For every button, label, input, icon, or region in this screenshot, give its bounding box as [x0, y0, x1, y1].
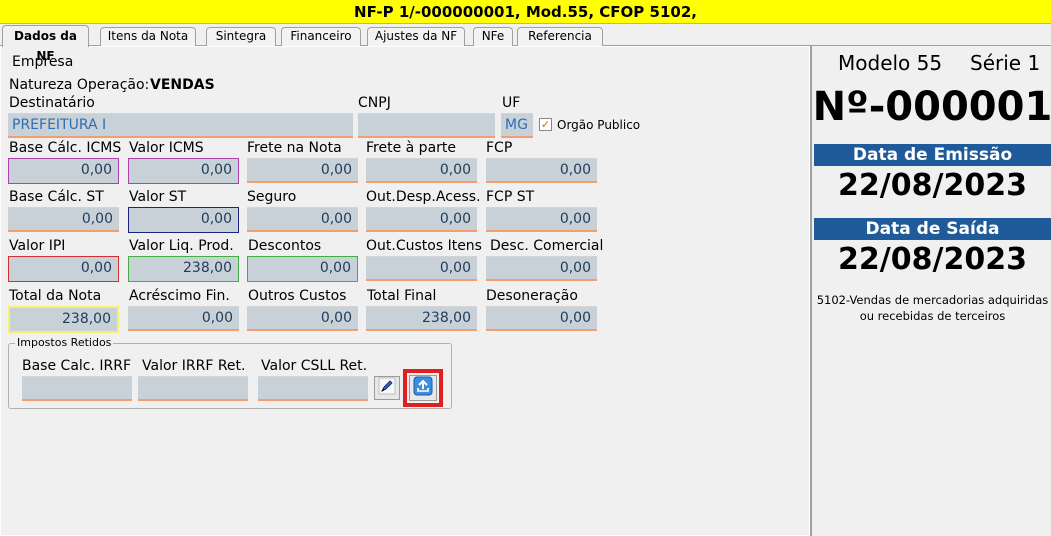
- valor-liq-field[interactable]: 238,00: [128, 256, 239, 282]
- total-final-label: Total Final: [367, 288, 437, 304]
- valor-st-field[interactable]: 0,00: [128, 207, 239, 233]
- seguro-label: Seguro: [247, 189, 297, 205]
- saida-date: 22/08/2023: [838, 242, 1027, 277]
- impostos-retidos-title: Impostos Retidos: [15, 336, 114, 349]
- uf-field[interactable]: MG: [501, 113, 533, 138]
- valor-icms-label: Valor ICMS: [129, 140, 204, 156]
- emissao-date: 22/08/2023: [838, 168, 1027, 203]
- out-custos-field[interactable]: 0,00: [366, 256, 477, 281]
- window-title: NF-P 1/-000000001, Mod.55, CFOP 5102,: [0, 0, 1051, 24]
- acrescimo-field[interactable]: 0,00: [128, 306, 239, 331]
- emissao-banner: Data de Emissão: [814, 144, 1051, 166]
- orgao-publico-checkbox[interactable]: ✓: [539, 118, 552, 131]
- base-st-field[interactable]: 0,00: [8, 207, 119, 232]
- fcp-field[interactable]: 0,00: [486, 158, 597, 183]
- summary-panel: Modelo 55 Série 1 Nº-000001 Data de Emis…: [810, 46, 1051, 536]
- modelo-label: Modelo 55: [838, 51, 943, 75]
- destinatario-field[interactable]: PREFEITURA I: [8, 113, 353, 138]
- cfop-description: 5102-Vendas de mercadorias adquiridas ou…: [816, 293, 1049, 323]
- invoice-number: Nº-000001: [812, 84, 1051, 130]
- valor-ipi-field[interactable]: 0,00: [8, 256, 119, 282]
- outros-custos-field[interactable]: 0,00: [247, 306, 358, 331]
- descontos-label: Descontos: [248, 238, 322, 254]
- desc-comercial-label: Desc. Comercial: [490, 238, 604, 254]
- tab-itens-da-nota[interactable]: Itens da Nota: [100, 27, 196, 46]
- tab-ajustes-da-nf[interactable]: Ajustes da NF: [367, 27, 465, 46]
- out-desp-field[interactable]: 0,00: [366, 207, 477, 232]
- valor-csll-label: Valor CSLL Ret.: [261, 358, 368, 374]
- fcp-st-field[interactable]: 0,00: [486, 207, 597, 232]
- serie-label: Série 1: [970, 51, 1041, 75]
- base-icms-field[interactable]: 0,00: [8, 158, 119, 184]
- tab-bar: Dados da NF Itens da Nota Sintegra Finan…: [0, 25, 1051, 63]
- tab-dados-da-nf[interactable]: Dados da NF: [2, 25, 89, 63]
- frete-parte-label: Frete à parte: [366, 140, 457, 156]
- valor-irrf-label: Valor IRRF Ret.: [142, 358, 246, 374]
- natureza-label: Natureza Operação:: [9, 77, 150, 93]
- pencil-icon: [378, 377, 396, 399]
- upload-icon: [413, 376, 433, 400]
- total-nota-label: Total da Nota: [9, 288, 102, 304]
- cnpj-field[interactable]: [358, 113, 495, 138]
- valor-ipi-label: Valor IPI: [9, 238, 66, 254]
- tab-referencia[interactable]: Referencia: [517, 27, 603, 46]
- base-icms-label: Base Cálc. ICMS: [9, 140, 122, 156]
- outros-custos-label: Outros Custos: [248, 288, 347, 304]
- frete-nota-label: Frete na Nota: [247, 140, 342, 156]
- upload-button[interactable]: [409, 375, 437, 401]
- tab-sintegra[interactable]: Sintegra: [206, 27, 276, 46]
- seguro-field[interactable]: 0,00: [247, 207, 358, 232]
- fcp-label: FCP: [486, 140, 513, 156]
- out-custos-label: Out.Custos Itens: [366, 238, 482, 254]
- orgao-publico-label: Orgão Publico: [557, 118, 641, 132]
- fcp-st-label: FCP ST: [486, 189, 535, 205]
- uf-label: UF: [502, 95, 521, 111]
- out-desp-label: Out.Desp.Acess.: [366, 189, 481, 205]
- valor-irrf-field[interactable]: [138, 376, 248, 401]
- frete-parte-field[interactable]: 0,00: [366, 158, 477, 183]
- total-nota-field[interactable]: 238,00: [8, 306, 119, 333]
- destinatario-label: Destinatário: [9, 95, 95, 111]
- frete-nota-field[interactable]: 0,00: [247, 158, 358, 183]
- acrescimo-label: Acréscimo Fin.: [129, 288, 230, 304]
- natureza-value: VENDAS: [150, 77, 215, 93]
- tab-nfe[interactable]: NFe: [473, 27, 513, 46]
- valor-liq-label: Valor Liq. Prod.: [129, 238, 234, 254]
- desoneracao-label: Desoneração: [486, 288, 578, 304]
- valor-csll-field[interactable]: [258, 376, 368, 401]
- base-st-label: Base Cálc. ST: [9, 189, 104, 205]
- valor-st-label: Valor ST: [129, 189, 187, 205]
- desoneracao-field[interactable]: 0,00: [486, 306, 597, 331]
- cnpj-label: CNPJ: [358, 95, 391, 111]
- descontos-field[interactable]: 0,00: [247, 256, 358, 282]
- valor-icms-field[interactable]: 0,00: [128, 158, 239, 184]
- edit-button[interactable]: [374, 376, 400, 400]
- saida-banner: Data de Saída: [814, 218, 1051, 240]
- desc-comercial-field[interactable]: 0,00: [486, 256, 597, 281]
- base-irrf-field[interactable]: [22, 376, 132, 401]
- total-final-field[interactable]: 238,00: [366, 306, 477, 331]
- tab-financeiro[interactable]: Financeiro: [281, 27, 361, 46]
- base-irrf-label: Base Calc. IRRF: [22, 358, 132, 374]
